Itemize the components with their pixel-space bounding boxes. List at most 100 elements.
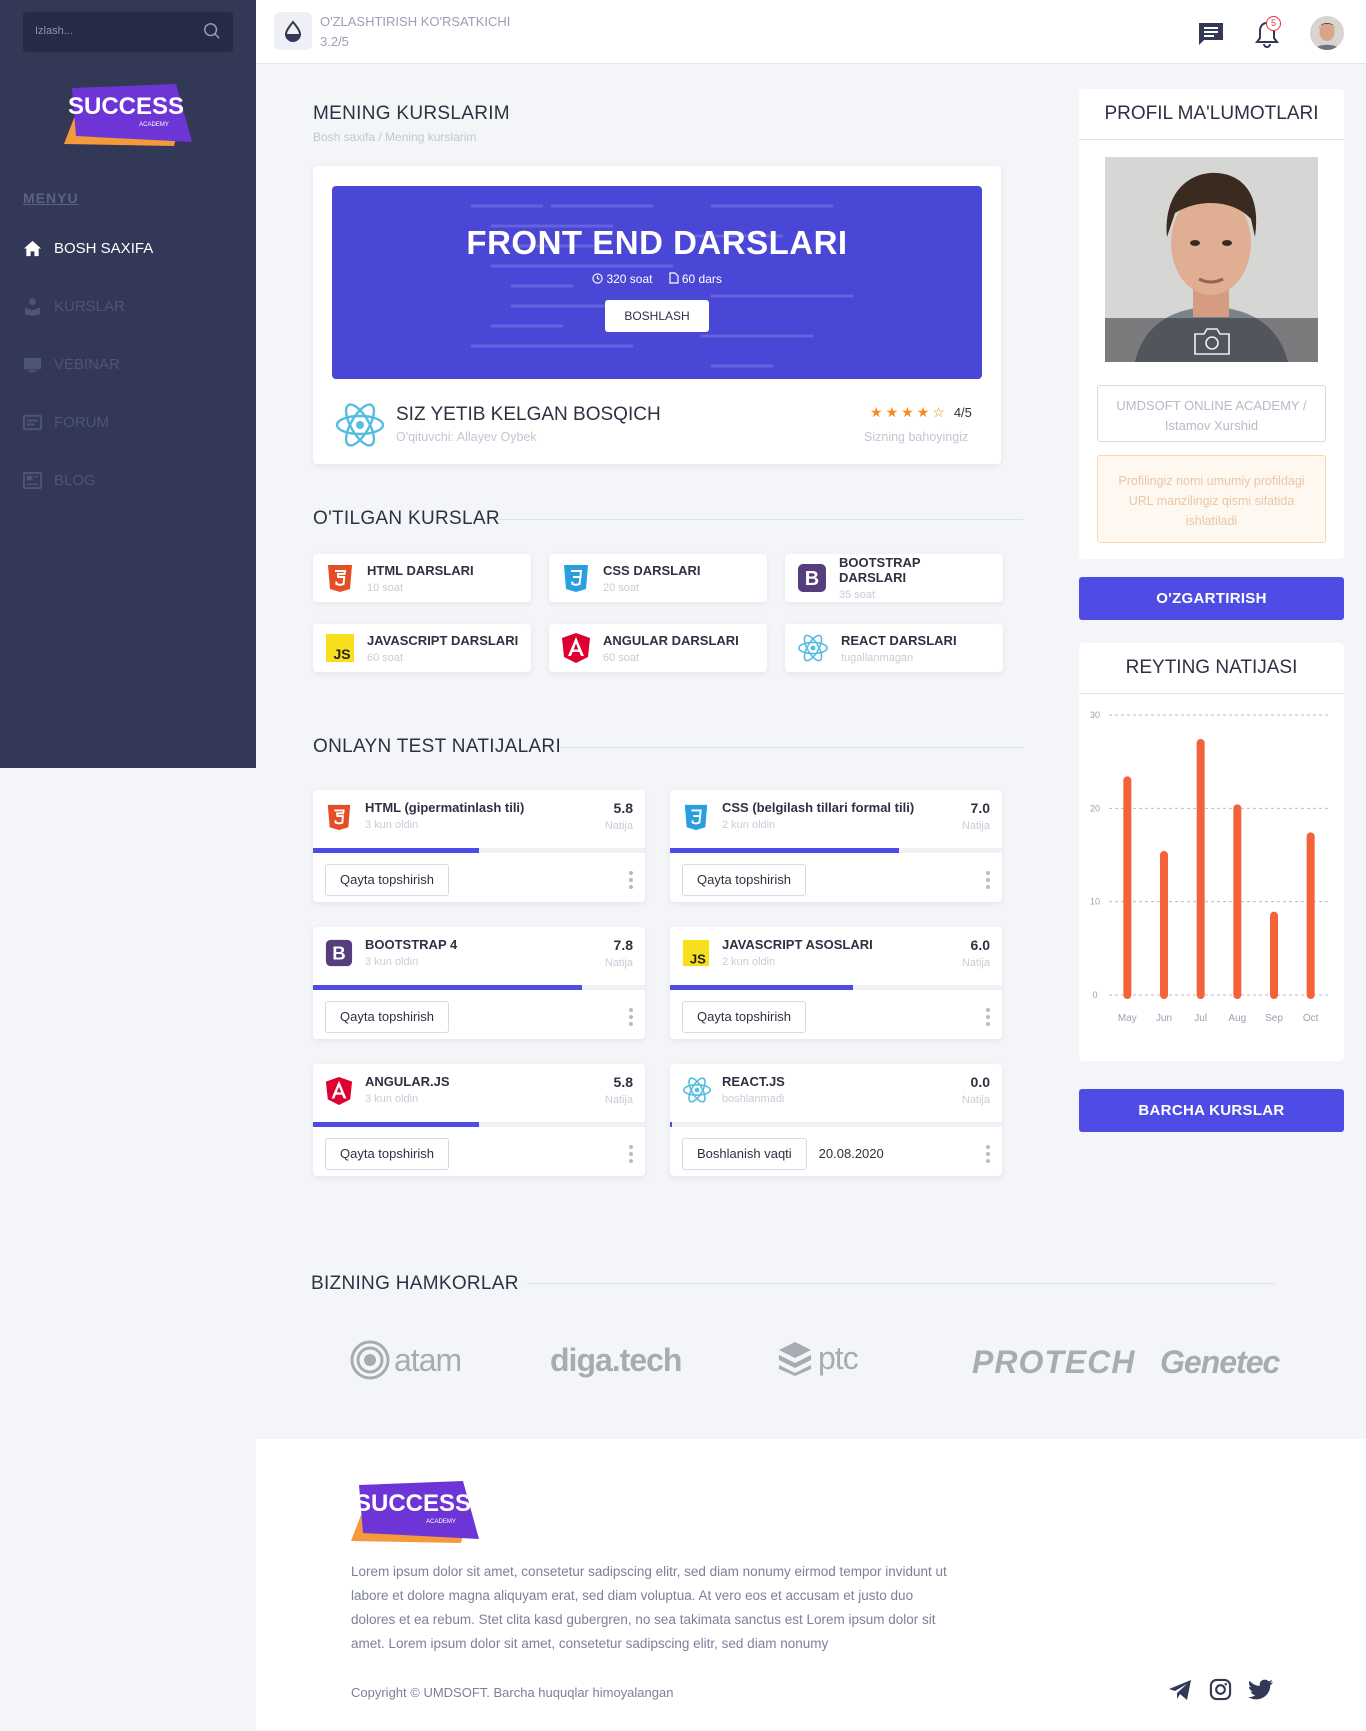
sidebar-item-vebinar[interactable]: VEBINAR xyxy=(23,350,233,378)
footer-text: Lorem ipsum dolor sit amet, consetetur s… xyxy=(351,1564,947,1651)
footer: SUCCESS ACADEMY Lorem ipsum dolor sit am… xyxy=(256,1439,1366,1731)
divider xyxy=(498,519,1023,520)
course-card-html[interactable]: HTML DARSLARI 10 soat xyxy=(313,554,531,602)
sidebar-item-bosh-saxifa[interactable]: BOSH SAXIFA xyxy=(23,234,233,262)
course-card-css[interactable]: CSS DARSLARI 20 soat xyxy=(549,554,767,602)
test-card: REACT.JS boshlanmadi 0.0 Natija Boshlani… xyxy=(670,1064,1002,1176)
more-options-icon[interactable] xyxy=(986,1008,990,1029)
course-hours: 35 soat xyxy=(838,589,876,601)
logo[interactable]: SUCCESS ACADEMY xyxy=(64,84,192,146)
x-tick-label: Sep xyxy=(1265,1013,1283,1024)
hero-hours: 320 soat xyxy=(606,272,653,286)
x-tick-label: Jun xyxy=(1156,1013,1172,1024)
partner-ptc[interactable]: ptc xyxy=(778,1340,859,1377)
test-time: 3 kun oldin xyxy=(365,819,419,831)
test-head: CSS (belgilash tillari formal tili) 2 ku… xyxy=(670,790,1002,848)
sidebar-item-kurslar[interactable]: KURSLAR xyxy=(23,292,233,320)
instagram-icon[interactable] xyxy=(1209,1678,1232,1706)
twitter-icon[interactable] xyxy=(1248,1679,1274,1706)
test-time: 2 kun oldin xyxy=(722,819,776,831)
react-icon xyxy=(682,1076,712,1109)
test-score: 5.8 Natija xyxy=(605,1074,633,1106)
sidebar-item-label: BLOG xyxy=(54,471,96,489)
indicator-value: 3.2/5 xyxy=(320,34,349,49)
test-name: BOOTSTRAP 4 xyxy=(365,937,458,952)
x-tick-label: Jul xyxy=(1194,1013,1207,1024)
hero-banner: FRONT END DARSLARI 320 soat 60 dars BOSH… xyxy=(332,186,982,379)
partner-genetec[interactable]: Genetec xyxy=(1160,1344,1280,1381)
search-input[interactable]: Izlash... xyxy=(23,12,233,52)
sidebar-item-label: BOSH SAXIFA xyxy=(54,239,154,257)
retake-button[interactable]: Qayta topshirish xyxy=(325,864,449,896)
test-card: HTML (gipermatinlash tili) 3 kun oldin 5… xyxy=(313,790,645,902)
react-icon xyxy=(334,402,386,453)
course-card-bootstrap[interactable]: B BOOTSTRAP DARSLARI 35 soat xyxy=(785,554,1003,602)
test-footer: Qayta topshirish xyxy=(670,853,1002,902)
more-options-icon[interactable] xyxy=(629,1008,633,1029)
partner-atam[interactable]: atam xyxy=(350,1340,462,1380)
notification-badge: 5 xyxy=(1266,16,1281,31)
edit-profile-button[interactable]: O'ZGARTIRISH xyxy=(1079,577,1344,620)
test-name: REACT.JS xyxy=(722,1074,785,1089)
footer-logo[interactable]: SUCCESS ACADEMY xyxy=(351,1481,479,1543)
more-options-icon[interactable] xyxy=(986,1145,990,1166)
star-rating: ★ ★ ★ ★ ☆ 4/5 xyxy=(870,404,972,421)
more-options-icon[interactable] xyxy=(629,1145,633,1166)
score-value: 7.0 xyxy=(970,800,990,816)
start-button[interactable]: BOSHLASH xyxy=(605,300,709,332)
profile-url-field[interactable]: UMDSOFT ONLINE ACADEMY / Istamov Xurshid xyxy=(1097,385,1326,442)
course-card-javascript[interactable]: JS JAVASCRIPT DARSLARI 60 soat xyxy=(313,624,531,672)
test-score: 7.0 Natija xyxy=(962,800,990,832)
more-options-icon[interactable] xyxy=(986,871,990,892)
file-icon xyxy=(668,272,679,284)
test-time: 2 kun oldin xyxy=(722,956,776,968)
sidebar: Izlash... SUCCESS ACADEMY MENYU BOSH SAX… xyxy=(0,0,256,768)
test-name: HTML (gipermatinlash tili) xyxy=(365,800,525,815)
score-label: Natija xyxy=(961,957,990,969)
search-icon[interactable] xyxy=(203,22,221,43)
course-card-angular[interactable]: ANGULAR DARSLARI 60 soat xyxy=(549,624,767,672)
course-hours: 20 soat xyxy=(603,581,640,594)
user-avatar[interactable] xyxy=(1310,16,1344,50)
score-label: Natija xyxy=(604,820,633,832)
completed-title: O'TILGAN KURSLAR xyxy=(313,508,500,529)
test-card: JS JAVASCRIPT ASOSLARI 2 kun oldin 6.0 N… xyxy=(670,927,1002,1039)
html5-icon xyxy=(328,565,352,592)
retake-button[interactable]: Qayta topshirish xyxy=(682,864,806,896)
messages-icon[interactable] xyxy=(1198,22,1224,51)
divider xyxy=(560,747,1023,748)
retake-button[interactable]: Qayta topshirish xyxy=(325,1138,449,1170)
angular-icon xyxy=(562,633,590,663)
all-courses-button[interactable]: BARCHA KURSLAR xyxy=(1079,1089,1344,1132)
retake-button[interactable]: Qayta topshirish xyxy=(325,1001,449,1033)
y-tick-label: 10 xyxy=(1090,897,1100,907)
retake-button[interactable]: Boshlanish vaqti xyxy=(682,1138,807,1170)
breadcrumb[interactable]: Bosh saxifa / Mening kurslarim xyxy=(313,130,476,144)
html5-icon xyxy=(325,802,353,837)
angular-icon xyxy=(325,1076,353,1111)
react-icon xyxy=(798,634,828,662)
score-value: 6.0 xyxy=(970,937,990,953)
course-card-react[interactable]: REACT DARSLARI tugallanmagan xyxy=(785,624,1003,672)
notifications-icon[interactable]: 5 xyxy=(1254,16,1284,50)
blog-icon xyxy=(23,471,42,489)
star-icon: ★ xyxy=(901,404,914,420)
rating-value: 4/5 xyxy=(953,405,972,420)
bootstrap-icon: B xyxy=(325,939,353,972)
telegram-icon[interactable] xyxy=(1168,1679,1192,1706)
partner-protech[interactable]: PROTECH xyxy=(972,1344,1135,1381)
javascript-icon: JS xyxy=(682,939,710,972)
svg-text:B: B xyxy=(332,943,345,964)
sidebar-item-blog[interactable]: BLOG xyxy=(23,466,233,494)
partner-diga[interactable]: diga.tech xyxy=(550,1342,682,1379)
tests-title: ONLAYN TEST NATIJALARI xyxy=(313,736,562,757)
logo-sub: ACADEMY xyxy=(139,122,169,128)
bootstrap-icon: B xyxy=(797,564,826,592)
retake-button[interactable]: Qayta topshirish xyxy=(682,1001,806,1033)
logo-sub: ACADEMY xyxy=(426,1519,456,1525)
sidebar-item-forum[interactable]: FORUM xyxy=(23,408,233,436)
camera-icon[interactable] xyxy=(1193,326,1231,361)
more-options-icon[interactable] xyxy=(629,871,633,892)
course-name: REACT DARSLARI xyxy=(841,632,957,648)
sidebar-item-label: VEBINAR xyxy=(54,355,120,373)
